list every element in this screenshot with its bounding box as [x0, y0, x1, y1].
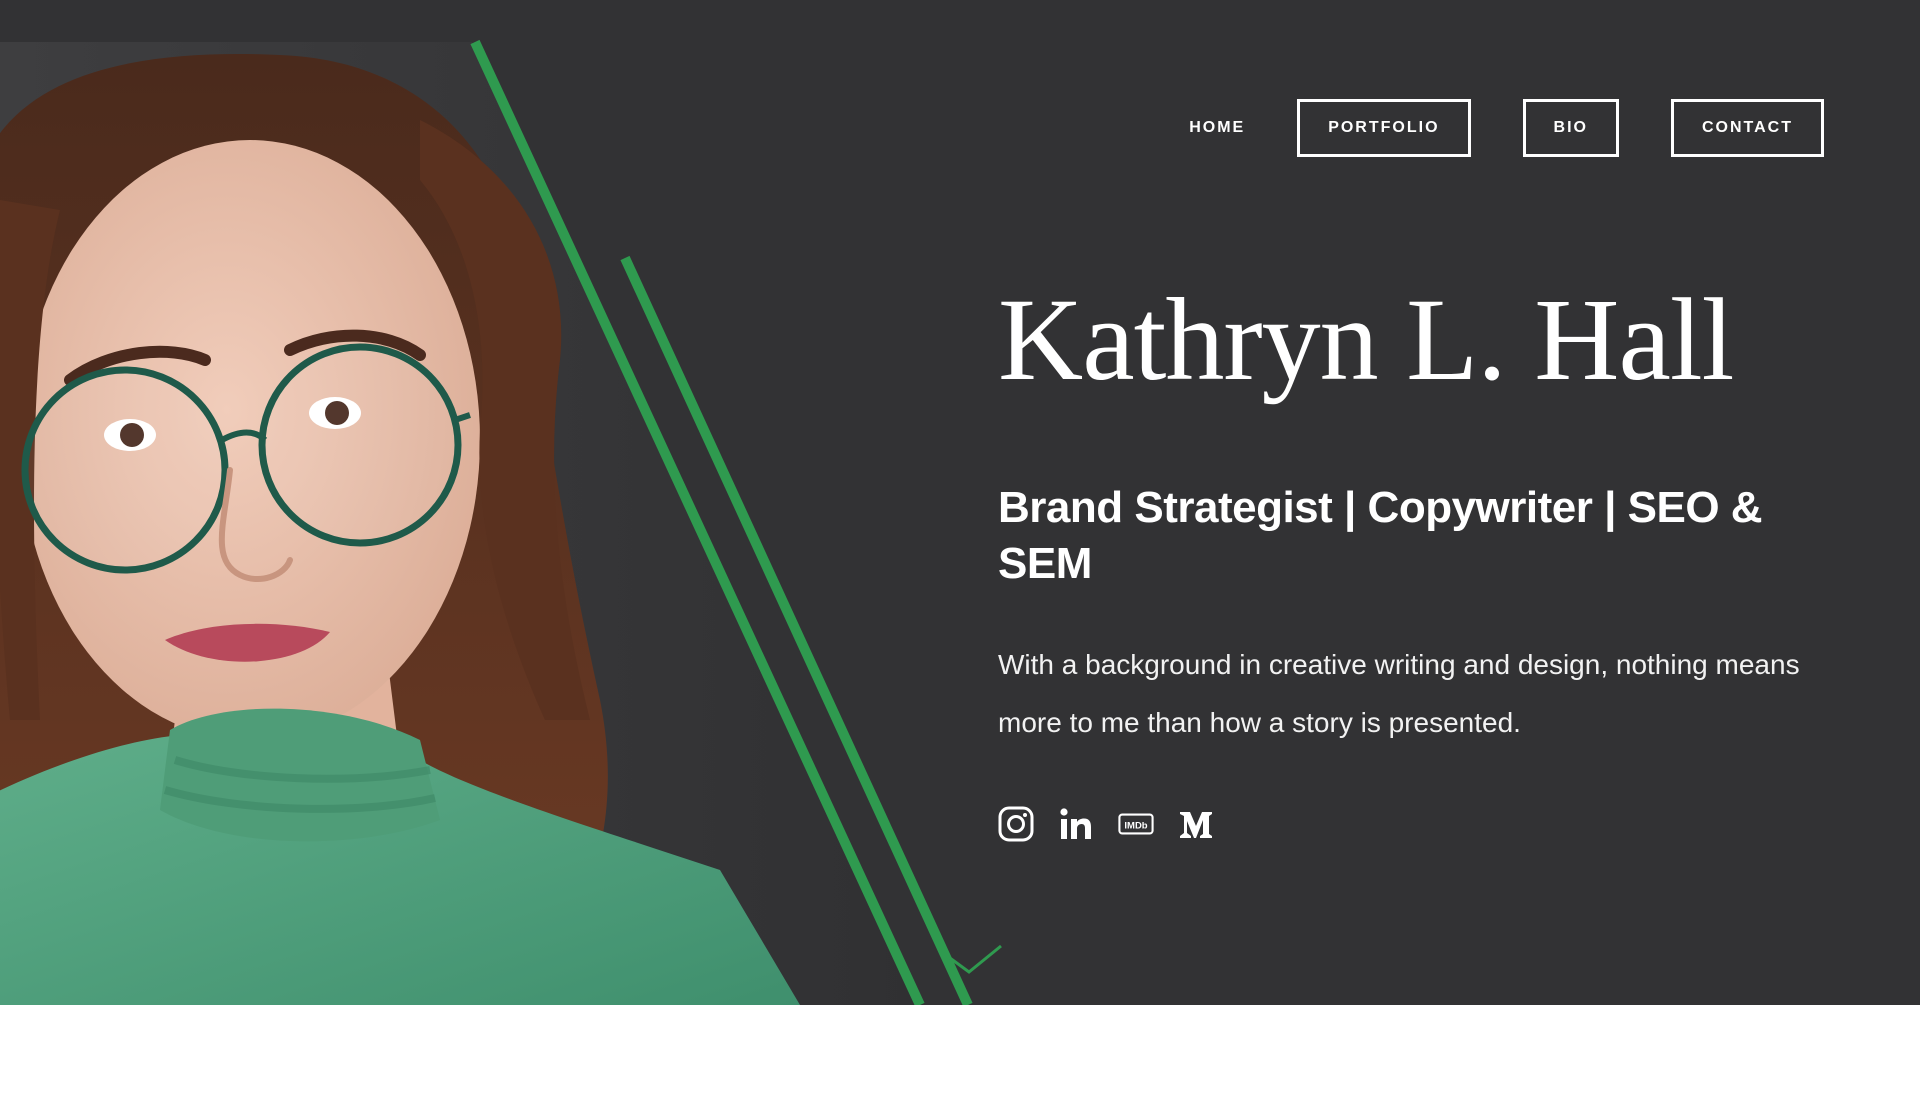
decorative-green-lines: [470, 39, 973, 1005]
hero-section: HOME PORTFOLIO BIO CONTACT Kathryn L. Ha…: [0, 0, 1920, 1005]
job-title: Brand Strategist | Copywriter | SEO & SE…: [998, 483, 1763, 588]
page-title: Kathryn L. Hall: [998, 274, 1734, 405]
chevron-down-icon[interactable]: [935, 940, 1005, 980]
main-nav: HOME PORTFOLIO BIO CONTACT: [1189, 99, 1824, 157]
nav-bio-button[interactable]: BIO: [1522, 99, 1619, 157]
hero-content: Kathryn L. Hall Brand Strategist | Copyw…: [998, 270, 1818, 752]
imdb-icon[interactable]: IMDb: [1118, 806, 1154, 842]
instagram-icon[interactable]: [998, 806, 1034, 842]
linkedin-icon[interactable]: [1058, 806, 1094, 842]
social-links: IMDb: [998, 806, 1214, 842]
nav-contact-button[interactable]: CONTACT: [1670, 99, 1824, 157]
medium-icon[interactable]: [1178, 806, 1214, 842]
nav-portfolio-button[interactable]: PORTFOLIO: [1297, 99, 1471, 157]
svg-text:IMDb: IMDb: [1124, 820, 1147, 831]
nav-home-link[interactable]: HOME: [1189, 99, 1245, 157]
hero-description: With a background in creative writing an…: [998, 649, 1800, 738]
